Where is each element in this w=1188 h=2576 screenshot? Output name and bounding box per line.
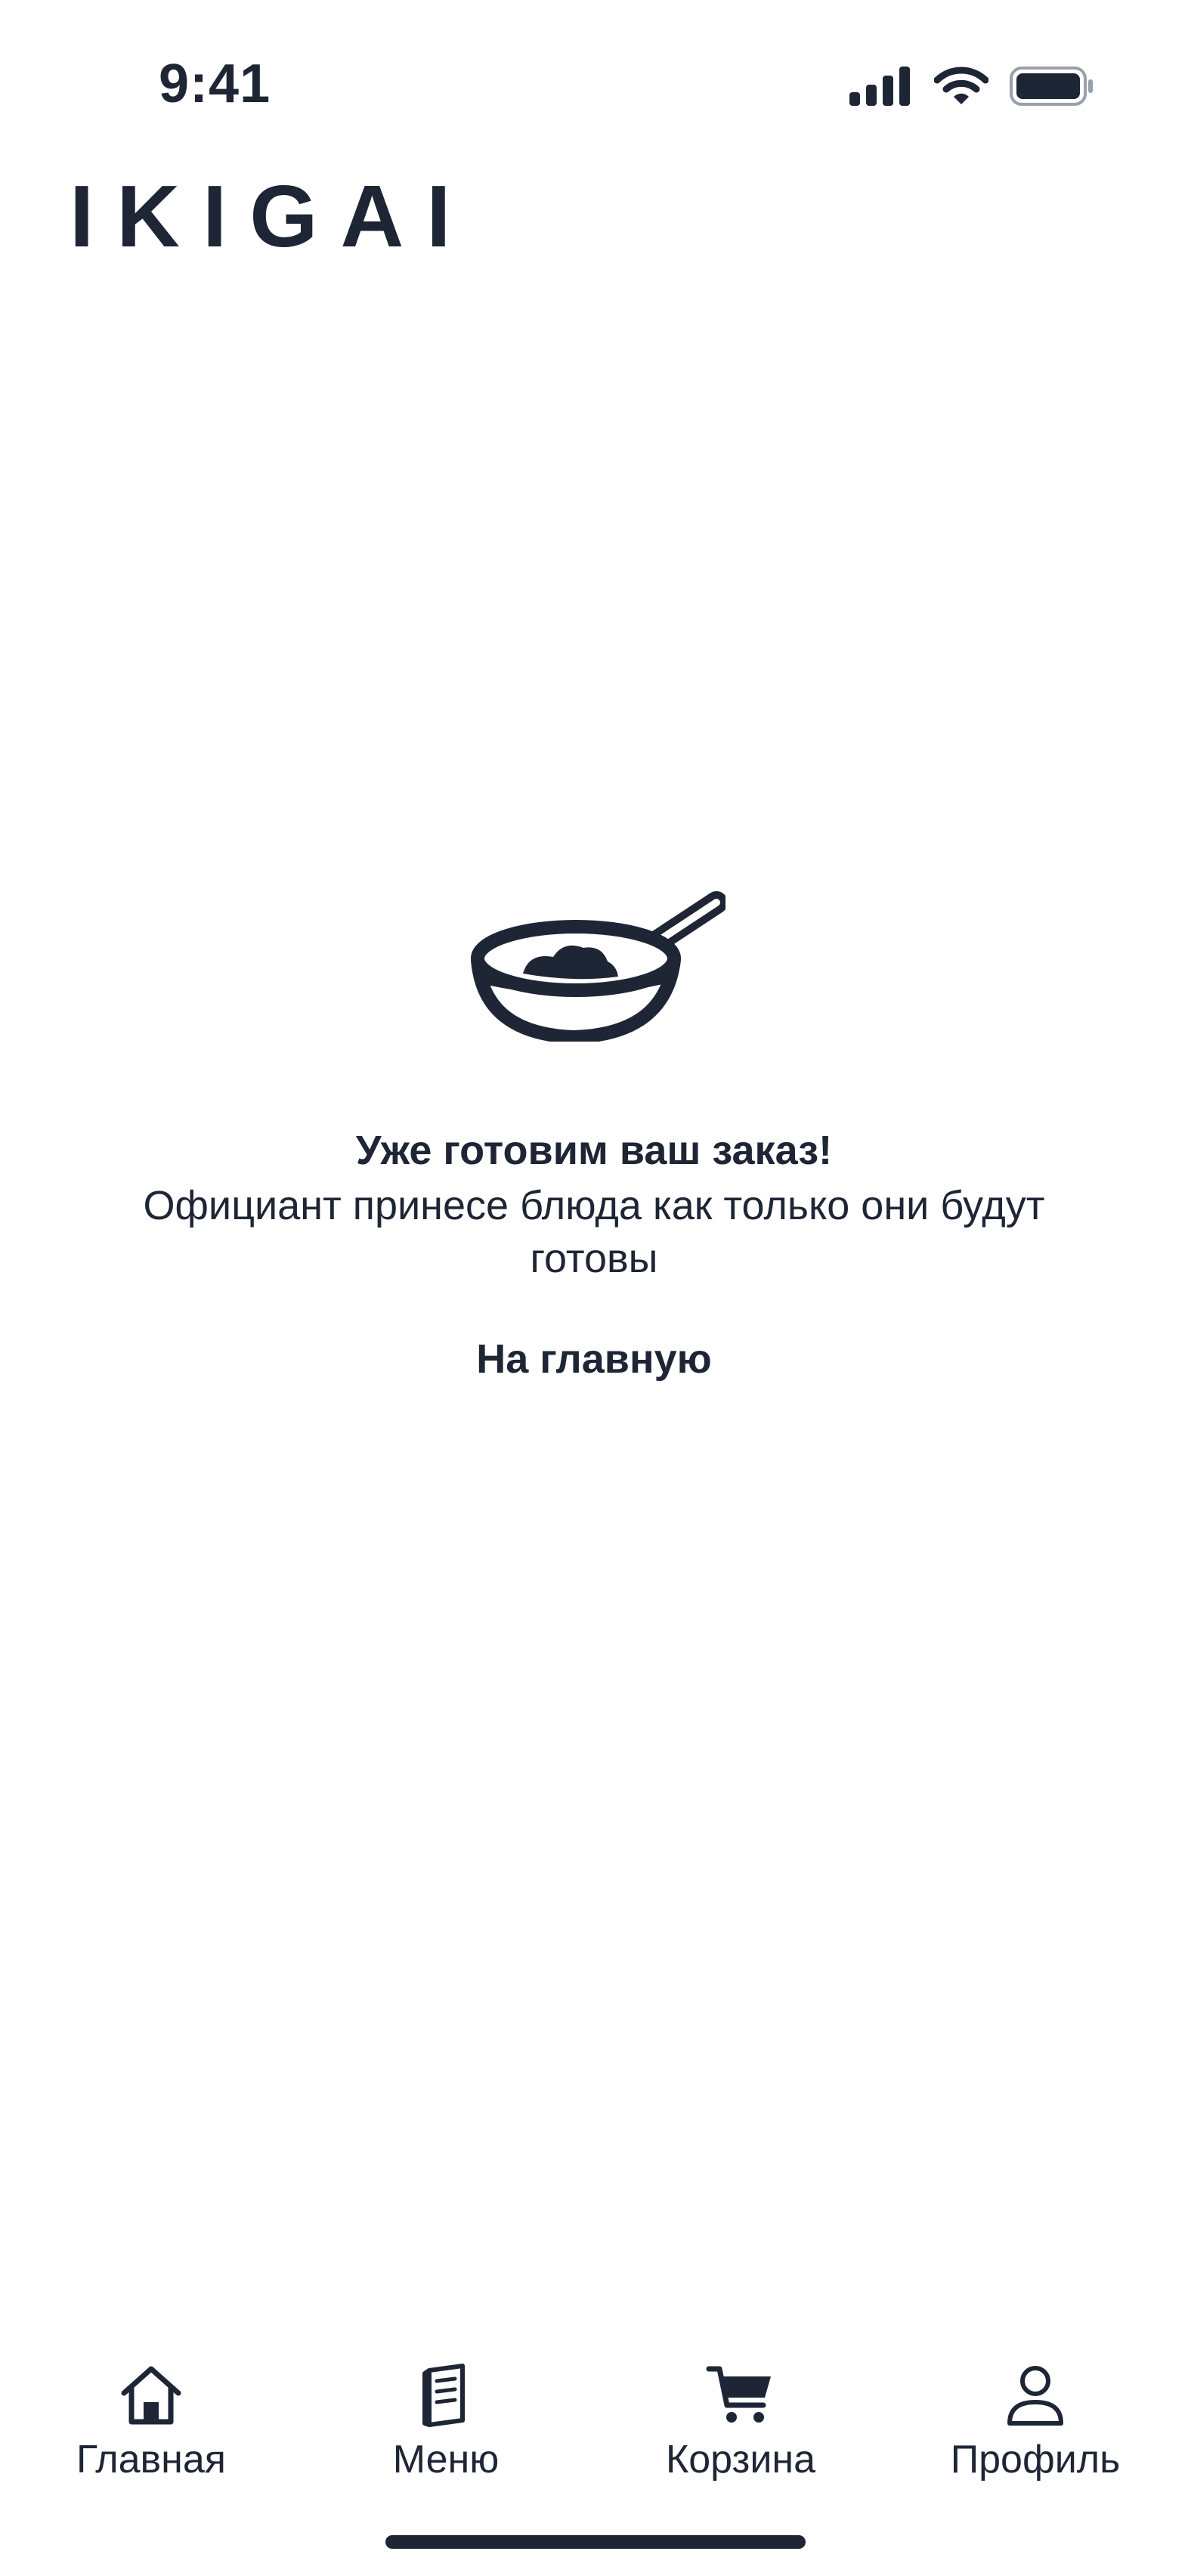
app-logo: IKIGAI [70,167,474,265]
cooking-pan-icon [471,891,725,1042]
profile-icon [1007,2366,1063,2426]
order-status-subtitle: Официант принесе блюда как только они бу… [143,1183,1045,1281]
status-time: 9:41 [159,54,271,114]
status-icons [849,67,1094,106]
tab-profile-label: Профиль [950,2438,1121,2482]
home-icon [121,2366,181,2425]
tab-bar: Главная Меню Корзина Профиль [0,2343,1188,2494]
tab-menu-label: Меню [392,2438,500,2482]
order-status-title: Уже готовим ваш заказ! [355,1128,833,1173]
home-indicator [385,2535,806,2549]
tab-home-label: Главная [76,2438,226,2482]
tab-menu[interactable]: Меню [317,2358,574,2494]
cart-icon [706,2366,771,2423]
menu-book-icon [422,2364,465,2427]
cellular-signal-icon [849,67,910,106]
tab-cart[interactable]: Корзина [612,2358,869,2494]
tab-home[interactable]: Главная [23,2358,280,2494]
tab-cart-label: Корзина [665,2438,816,2482]
wifi-icon [934,67,988,104]
go-home-link[interactable]: На главную [405,1330,783,1388]
tab-profile[interactable]: Профиль [907,2358,1164,2494]
battery-icon [1010,67,1093,106]
status-bar: 9:41 [0,0,1188,151]
